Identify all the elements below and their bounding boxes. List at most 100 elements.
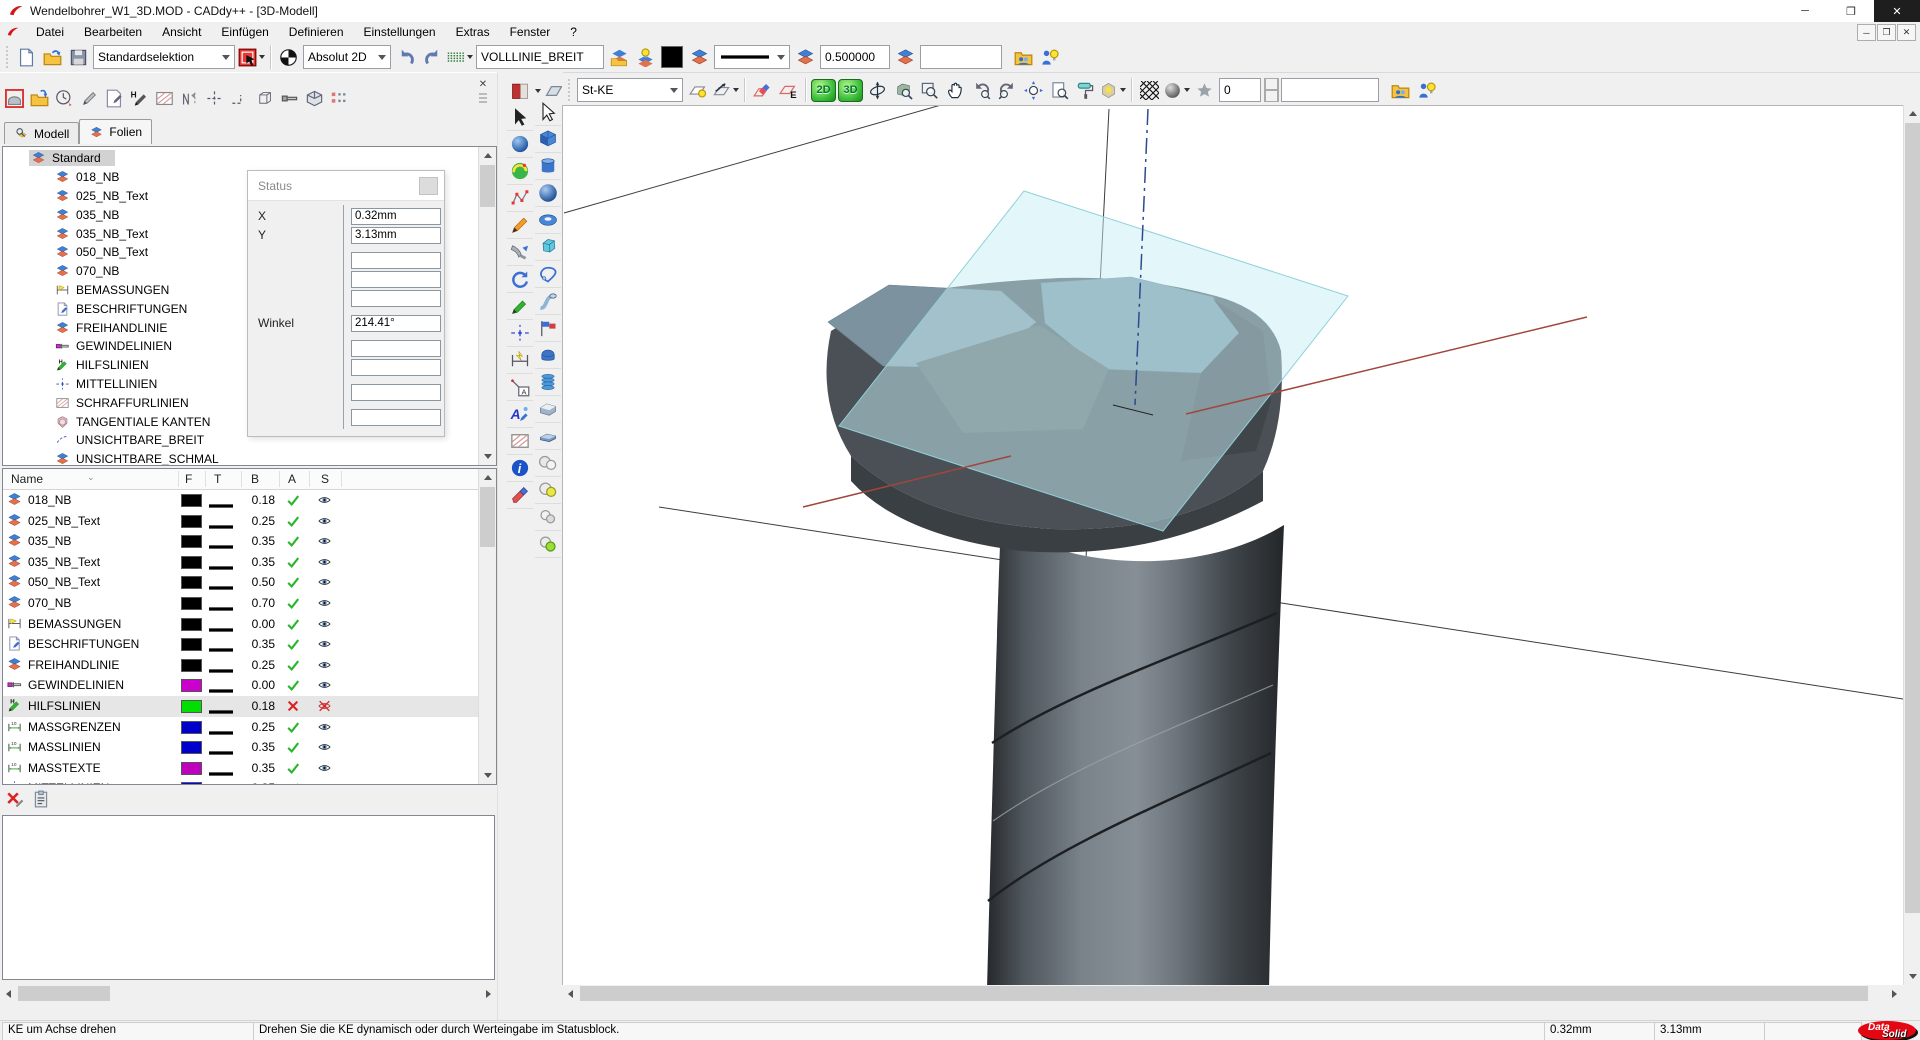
table-row[interactable]: 10 MASSLINIEN 0.35	[3, 737, 496, 758]
row-linetype[interactable]	[208, 766, 234, 771]
status-row-field[interactable]	[351, 340, 441, 357]
menu-item-bearbeiten[interactable]: Bearbeiten	[74, 23, 152, 41]
sphere-shade-icon[interactable]	[1162, 77, 1191, 103]
row-color-swatch[interactable]	[181, 700, 202, 713]
scroll-up-icon[interactable]	[479, 147, 496, 164]
scroll-right-icon[interactable]	[480, 985, 497, 1002]
row-visibility-flag[interactable]	[317, 637, 332, 651]
scroll-thumb[interactable]	[18, 986, 110, 1001]
pan-hand-icon[interactable]	[942, 77, 968, 103]
bw-circle-icon[interactable]	[275, 44, 301, 70]
pencil-icon[interactable]	[77, 86, 102, 111]
star-icon[interactable]	[1191, 77, 1217, 103]
text-edit-icon[interactable]: A	[507, 401, 533, 428]
zoom-fit-icon[interactable]	[1020, 77, 1046, 103]
delete-marker-icon[interactable]	[6, 790, 24, 808]
status-row-field[interactable]	[351, 252, 441, 269]
row-visibility-flag[interactable]	[317, 493, 332, 507]
row-active-flag[interactable]	[286, 637, 300, 651]
row-visibility-flag[interactable]	[317, 720, 332, 734]
row-visibility-flag[interactable]	[317, 534, 332, 548]
row-active-flag[interactable]	[286, 658, 300, 672]
row-linetype[interactable]	[208, 725, 234, 730]
status-row-field[interactable]	[351, 271, 441, 288]
table-row[interactable]: BEMASSUNGEN 0.00	[3, 614, 496, 635]
table-row[interactable]: 070_NB 0.70	[3, 593, 496, 614]
column-header-t[interactable]: T	[214, 472, 221, 486]
eraser-icon[interactable]	[507, 482, 533, 509]
status-row-field[interactable]: 214.41°	[351, 315, 441, 332]
red-select-icon[interactable]	[237, 44, 266, 70]
tree-item[interactable]: UNSICHTBARE_SCHMAL	[3, 450, 496, 466]
status-row-field[interactable]: 3.13mm	[351, 227, 441, 244]
solid-view-red-icon[interactable]	[2, 86, 27, 111]
row-linetype[interactable]	[208, 622, 234, 627]
corner-dash-icon[interactable]	[227, 86, 252, 111]
center-cross-icon[interactable]	[202, 86, 227, 111]
scroll-thumb[interactable]	[1905, 123, 1920, 913]
row-active-flag[interactable]	[286, 720, 300, 734]
tab-folien[interactable]: Folien	[79, 119, 152, 144]
mdi-minimize-button[interactable]: ─	[1857, 24, 1876, 41]
row-linetype[interactable]	[208, 498, 234, 503]
row-visibility-flag[interactable]	[317, 761, 332, 775]
mirror-icon[interactable]	[177, 86, 202, 111]
box-iso-icon[interactable]	[302, 86, 327, 111]
row-visibility-flag[interactable]	[317, 781, 332, 785]
scroll-thumb[interactable]	[480, 487, 495, 547]
menu-item-fenster[interactable]: Fenster	[500, 23, 561, 41]
polyline-points-icon[interactable]	[507, 185, 533, 212]
row-color-swatch[interactable]	[181, 515, 202, 528]
table-header[interactable]: ⌄ NameFTBAS	[3, 469, 496, 490]
file-new-icon[interactable]	[13, 44, 39, 70]
row-color-swatch[interactable]	[181, 618, 202, 631]
select-arrow-icon[interactable]	[507, 104, 533, 131]
cube-light-icon[interactable]	[1098, 77, 1127, 103]
info-icon[interactable]: i	[507, 455, 533, 482]
zoom-prev-icon[interactable]	[968, 77, 994, 103]
pencil-green-icon[interactable]	[507, 293, 533, 320]
minimize-button[interactable]: ─	[1782, 0, 1828, 22]
row-active-flag[interactable]	[286, 761, 300, 775]
grid-dots-icon[interactable]	[445, 44, 474, 70]
menu-item-ansicht[interactable]: Ansicht	[152, 23, 211, 41]
row-active-flag[interactable]	[286, 699, 300, 713]
menu-item-einstellungen[interactable]: Einstellungen	[354, 23, 446, 41]
viewport-canvas[interactable]	[562, 105, 1904, 986]
hatch-box-icon[interactable]	[152, 86, 177, 111]
layers-icon[interactable]	[792, 44, 818, 70]
mesh-icon[interactable]	[1136, 77, 1162, 103]
row-visibility-flag[interactable]	[317, 678, 332, 692]
column-header-f[interactable]: F	[185, 472, 192, 486]
row-color-swatch[interactable]	[181, 679, 202, 692]
row-visibility-flag[interactable]	[317, 699, 332, 713]
table-row[interactable]: MITTELLINIEN 0.35	[3, 778, 496, 785]
row-active-flag[interactable]	[286, 555, 300, 569]
table-row[interactable]: 10 MASSTEXTE 0.35	[3, 758, 496, 779]
header-chevron-icon[interactable]: ⌄	[87, 472, 95, 483]
save-icon[interactable]	[65, 44, 91, 70]
message-textarea[interactable]	[2, 815, 495, 980]
row-active-flag[interactable]	[286, 740, 300, 754]
spin-up-icon[interactable]	[1264, 78, 1279, 90]
spin-down-icon[interactable]	[1264, 90, 1279, 102]
folder-people-icon[interactable]	[1387, 77, 1413, 103]
row-visibility-flag[interactable]	[317, 617, 332, 631]
solid-cube-icon[interactable]	[535, 126, 561, 153]
scroll-left-icon[interactable]	[562, 985, 579, 1002]
btn-3d[interactable]: 3D	[838, 79, 863, 102]
status-row-field[interactable]	[351, 409, 441, 426]
solid-block-face-icon[interactable]	[535, 396, 561, 423]
row-visibility-flag[interactable]	[317, 514, 332, 528]
line-name-field[interactable]: VOLLLINIE_BREIT	[476, 45, 604, 69]
dimension-flash-icon[interactable]	[507, 347, 533, 374]
paint-roller-icon[interactable]	[1072, 77, 1098, 103]
viewport-hscrollbar[interactable]	[562, 985, 1903, 1002]
row-linetype[interactable]	[208, 560, 234, 565]
scroll-up-icon[interactable]	[479, 469, 496, 486]
solid-combine-icon[interactable]	[535, 315, 561, 342]
line-width-field[interactable]: 0.500000	[820, 45, 890, 69]
toolbar-grip[interactable]	[567, 79, 572, 101]
mdi-restore-button[interactable]: ❐	[1877, 24, 1896, 41]
rotate-3d-icon[interactable]	[864, 77, 890, 103]
